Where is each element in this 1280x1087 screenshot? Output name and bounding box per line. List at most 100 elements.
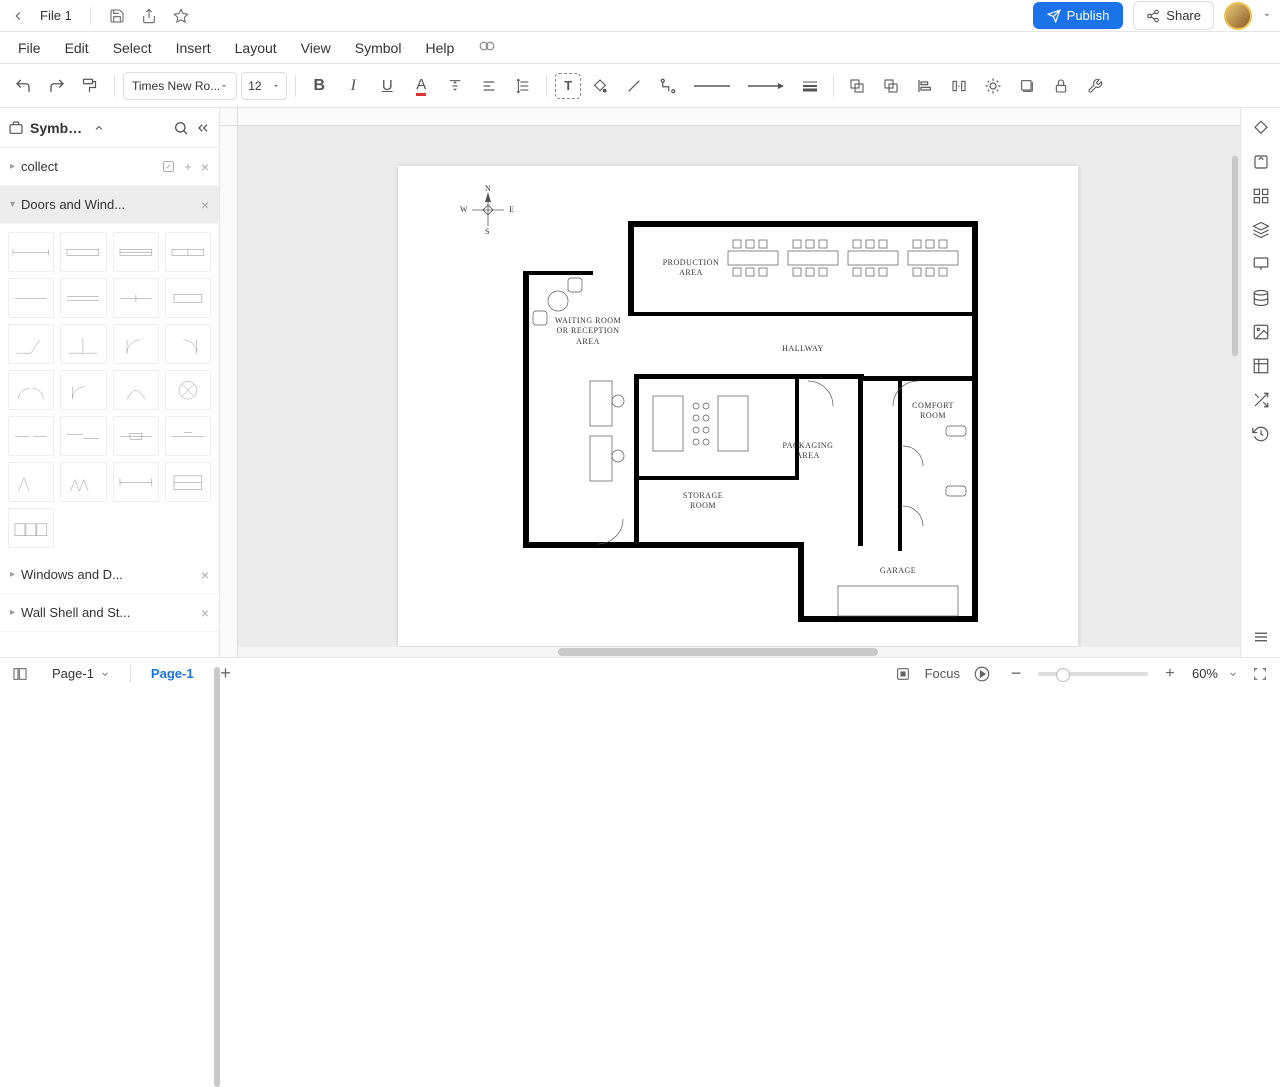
menu-file[interactable]: File [8,36,51,60]
export-icon[interactable] [137,4,161,28]
connector-icon[interactable] [653,71,683,101]
label-packaging[interactable]: PACKAGING AREA [773,441,843,462]
symbol-wall-opening-2[interactable] [60,232,106,272]
library-windows-doors[interactable]: ▸ Windows and D... × [0,556,219,594]
outline-icon[interactable] [8,662,32,686]
underline-icon[interactable]: U [372,71,402,101]
fullscreen-icon[interactable] [1248,662,1272,686]
arrow-style-icon[interactable] [741,71,791,101]
menu-symbol[interactable]: Symbol [345,36,412,60]
property-panel-icon[interactable] [1247,148,1275,176]
avatar[interactable] [1224,2,1252,30]
page-selector[interactable]: Page-1 [42,662,120,685]
presentation-icon[interactable] [1247,250,1275,278]
close-icon[interactable]: × [201,159,209,175]
menu-edit[interactable]: Edit [55,36,99,60]
symbol-slider-4[interactable] [165,416,211,456]
symbol-door-double-2[interactable] [60,370,106,410]
effects-icon[interactable] [978,71,1008,101]
focus-mode-icon[interactable] [891,662,915,686]
font-size-select[interactable]: 12 [241,72,287,100]
table-icon[interactable] [1247,352,1275,380]
zoom-slider[interactable] [1038,672,1148,676]
history-icon[interactable] [1247,420,1275,448]
back-button[interactable] [8,6,28,26]
symbol-door-hinge-1[interactable] [8,324,54,364]
label-storage[interactable]: STORAGE ROOM [673,491,733,512]
symbol-opening-wide[interactable] [113,462,159,502]
symbol-bifold-2[interactable] [60,462,106,502]
label-waiting[interactable]: WAITING ROOM OR RECEPTION AREA [553,316,623,347]
line-spacing-icon[interactable] [508,71,538,101]
symbol-door-arc[interactable] [113,370,159,410]
save-icon[interactable] [105,4,129,28]
symbol-window-4[interactable] [165,278,211,318]
library-doors-windows[interactable]: ▾ Doors and Wind... × [0,186,219,224]
symbol-slider-1[interactable] [8,416,54,456]
theme-icon[interactable] [1247,114,1275,142]
canvas-page[interactable]: N S E W [398,166,1078,646]
data-icon[interactable] [1247,284,1275,312]
zoom-in-icon[interactable]: + [1158,662,1182,686]
zoom-out-icon[interactable]: − [1004,662,1028,686]
tools-icon[interactable] [1080,71,1110,101]
canvas-area[interactable]: N S E W [220,108,1240,657]
menu-select[interactable]: Select [103,36,162,60]
menu-view[interactable]: View [291,36,341,60]
symbol-revolving-door[interactable] [165,370,211,410]
bold-icon[interactable]: B [304,71,334,101]
menu-layout[interactable]: Layout [225,36,287,60]
edit-icon[interactable] [162,160,175,173]
symbol-window-3[interactable] [113,278,159,318]
publish-button[interactable]: Publish [1033,2,1124,29]
library-wall-shell[interactable]: ▸ Wall Shell and St... × [0,594,219,632]
symbol-door-swing-1[interactable] [113,324,159,364]
scrollbar-v[interactable] [1230,126,1240,657]
menu-icon[interactable] [1247,623,1275,651]
page-tab-1[interactable]: Page-1 [141,662,204,685]
symbol-garage-door[interactable] [165,462,211,502]
symbol-door-double-1[interactable] [8,370,54,410]
grid-icon[interactable] [1247,182,1275,210]
lock-icon[interactable] [1046,71,1076,101]
symbol-bifold-1[interactable] [8,462,54,502]
line-style-icon[interactable] [687,71,737,101]
format-painter-icon[interactable] [76,71,106,101]
redo-icon[interactable] [42,71,72,101]
symbol-wall-opening-4[interactable] [165,232,211,272]
line-color-icon[interactable] [619,71,649,101]
shadow-icon[interactable] [1012,71,1042,101]
play-icon[interactable] [970,662,994,686]
file-name[interactable]: File 1 [36,8,76,23]
align-left-icon[interactable] [910,71,940,101]
scrollbar-h[interactable] [238,647,1240,657]
plus-icon[interactable]: + [184,159,192,174]
bring-front-icon[interactable] [876,71,906,101]
share-button[interactable]: Share [1133,1,1214,30]
symbol-door-swing-2[interactable] [165,324,211,364]
symbol-slider-3[interactable] [113,416,159,456]
symbol-slider-2[interactable] [60,416,106,456]
close-icon[interactable]: × [201,605,209,621]
avatar-dropdown-icon[interactable] [1262,8,1272,23]
symbol-wall-opening-3[interactable] [113,232,159,272]
search-icon[interactable] [173,120,189,136]
layers-icon[interactable] [1247,216,1275,244]
menu-help[interactable]: Help [415,36,464,60]
shuffle-icon[interactable] [1247,386,1275,414]
line-weight-icon[interactable] [795,71,825,101]
zoom-dropdown-icon[interactable] [1228,669,1238,679]
close-icon[interactable]: × [201,197,209,213]
fill-color-icon[interactable] [585,71,615,101]
library-collect[interactable]: ▸ collect + × [0,148,219,186]
text-tool-icon[interactable]: T [555,73,581,99]
menu-ai-icon[interactable] [468,33,506,62]
chevron-up-icon[interactable] [93,122,105,134]
distribute-icon[interactable] [944,71,974,101]
symbol-triple-opening[interactable] [8,508,54,548]
label-garage[interactable]: GARAGE [868,566,928,576]
symbol-wall-opening-1[interactable] [8,232,54,272]
close-icon[interactable]: × [201,567,209,583]
send-back-icon[interactable] [842,71,872,101]
font-family-select[interactable]: Times New Ro... [123,72,237,100]
